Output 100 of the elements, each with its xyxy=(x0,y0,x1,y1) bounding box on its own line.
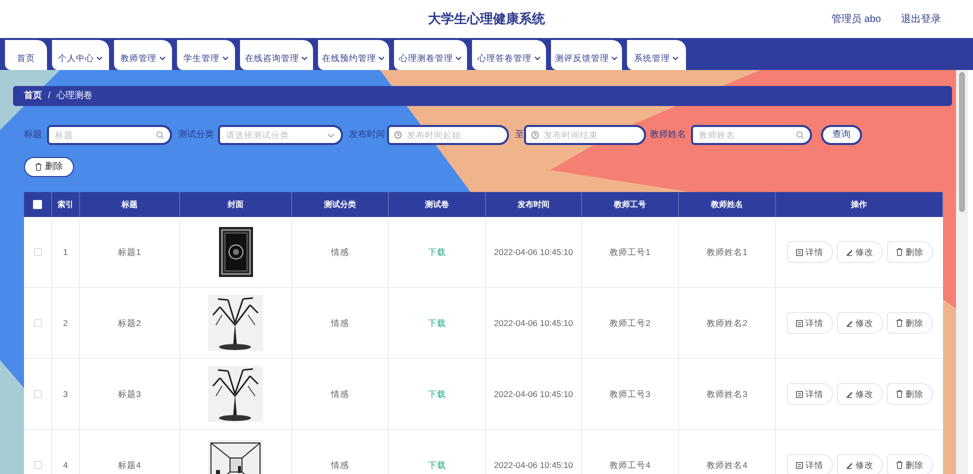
table-cell: 标题3 xyxy=(80,359,180,429)
action-button[interactable]: 删除 xyxy=(886,312,932,334)
table-cell: 教师工号2 xyxy=(582,288,679,358)
document-icon xyxy=(796,462,802,468)
scrollbar-thumb[interactable] xyxy=(959,72,965,212)
table-cell: 2 xyxy=(52,288,80,358)
caret-icon xyxy=(96,56,103,60)
table-cell: 2022-04-06 10:45:10 xyxy=(486,288,582,358)
action-button[interactable]: 修改 xyxy=(836,383,882,405)
nav-tab[interactable]: 心理答卷管理 xyxy=(472,40,546,70)
table-cell: 4 xyxy=(52,430,80,474)
table-cell: 教师工号1 xyxy=(582,217,679,287)
column-header: 操作 xyxy=(776,192,943,217)
breadcrumb-item: 心理测卷 xyxy=(56,89,93,102)
table-cell: 2022-04-06 10:45:10 xyxy=(486,359,582,429)
table-cell: 标题4 xyxy=(80,430,180,474)
date-field[interactable]: 发布时间起始 xyxy=(387,125,509,145)
select-field[interactable]: 请选择测试分类 xyxy=(218,125,343,145)
nav-tab[interactable]: 心理测卷管理 xyxy=(394,40,467,70)
user-label: 管理员 abo xyxy=(832,12,881,26)
action-button[interactable]: 详情 xyxy=(786,383,832,405)
nav-tab[interactable]: 个人中心 xyxy=(52,40,109,70)
document-icon xyxy=(796,390,802,398)
action-button[interactable]: 修改 xyxy=(836,241,882,263)
caret-icon xyxy=(222,56,228,60)
table-cell: 标题2 xyxy=(80,288,180,358)
row-checkbox[interactable] xyxy=(34,248,42,256)
row-checkbox[interactable] xyxy=(34,461,42,469)
pencil-icon xyxy=(846,320,852,326)
breadcrumb-item[interactable]: 首页 xyxy=(24,89,42,103)
trash-icon xyxy=(35,163,42,171)
caret-icon xyxy=(158,56,166,60)
trash-icon xyxy=(896,461,902,469)
nav-tab[interactable]: 在线咨询管理 xyxy=(240,40,313,70)
column-header: 索引 xyxy=(52,192,80,217)
trash-icon xyxy=(896,390,902,398)
table-cell: 2022-04-06 10:45:10 xyxy=(486,430,582,474)
action-button[interactable]: 详情 xyxy=(786,241,832,263)
action-button[interactable]: 修改 xyxy=(836,312,882,334)
search-button[interactable]: 查询 xyxy=(821,125,862,145)
pencil-icon xyxy=(846,462,852,468)
table-cell: 1 xyxy=(52,217,80,287)
table-cell: 教师姓名4 xyxy=(679,430,776,474)
search-icon xyxy=(796,131,804,139)
table-cell: 教师姓名1 xyxy=(679,217,776,287)
row-checkbox[interactable] xyxy=(34,390,42,398)
table-cell: 情感 xyxy=(292,288,389,358)
caret-icon xyxy=(455,56,462,60)
table-cell: 教师工号4 xyxy=(582,430,679,474)
action-button[interactable]: 修改 xyxy=(836,454,882,474)
trash-icon xyxy=(896,248,902,256)
table-cell: 3 xyxy=(52,359,80,429)
nav-tab[interactable]: 测评反馈管理 xyxy=(551,40,622,70)
date-field[interactable]: 发布时间结束 xyxy=(524,125,646,145)
table-cell: 教师姓名2 xyxy=(679,288,776,358)
action-button[interactable]: 删除 xyxy=(886,383,932,405)
table-cell: 教师姓名3 xyxy=(679,359,776,429)
table-cell: 2022-04-06 10:45:10 xyxy=(486,217,582,287)
app-title: 大学生心理健康系统 xyxy=(428,10,545,28)
nav-tab[interactable]: 首页 xyxy=(5,40,47,70)
logout-link[interactable]: 退出登录 xyxy=(901,12,941,26)
caret-icon xyxy=(672,56,679,60)
caret-icon xyxy=(301,56,308,60)
column-header: 标题 xyxy=(80,192,180,217)
table-cell: 情感 xyxy=(292,430,389,474)
caret-icon xyxy=(611,56,618,60)
clock-icon xyxy=(394,131,402,139)
filter-label: 教师姓名 xyxy=(650,128,687,142)
caret-icon xyxy=(534,56,540,60)
action-button[interactable]: 删除 xyxy=(886,241,932,263)
delete-button[interactable]: 删除 xyxy=(24,157,74,177)
row-checkbox[interactable] xyxy=(34,319,42,327)
breadcrumb-separator: / xyxy=(48,89,51,102)
column-header: 发布时间 xyxy=(486,192,582,217)
pencil-icon xyxy=(846,390,852,398)
caret-icon xyxy=(327,132,335,138)
clock-icon xyxy=(531,131,539,139)
filter-label: 至 xyxy=(515,128,524,142)
table-cell: 情感 xyxy=(292,359,389,429)
pencil-icon xyxy=(846,248,852,256)
input-field[interactable]: 教师姓名 xyxy=(691,125,812,145)
select-all-checkbox[interactable] xyxy=(33,200,42,209)
nav-tab[interactable]: 在线预约管理 xyxy=(318,40,389,70)
filter-label: 发布时间 xyxy=(349,128,386,142)
document-icon xyxy=(796,248,802,256)
action-button[interactable]: 删除 xyxy=(886,454,932,474)
column-header: 封面 xyxy=(180,192,292,217)
trash-icon xyxy=(896,319,902,327)
table-cell: 教师工号3 xyxy=(582,359,679,429)
nav-tab[interactable]: 系统管理 xyxy=(627,40,686,70)
nav-tab[interactable]: 学生管理 xyxy=(177,40,235,70)
table-cell: 标题1 xyxy=(80,217,180,287)
filter-label: 标题 xyxy=(24,128,43,142)
search-icon xyxy=(156,131,164,139)
caret-icon xyxy=(378,56,385,60)
action-button[interactable]: 详情 xyxy=(786,454,832,474)
nav-tab[interactable]: 教师管理 xyxy=(114,40,172,70)
action-button[interactable]: 详情 xyxy=(786,312,832,334)
input-field[interactable]: 标题 xyxy=(47,125,172,145)
table-cell: 情感 xyxy=(292,217,389,287)
